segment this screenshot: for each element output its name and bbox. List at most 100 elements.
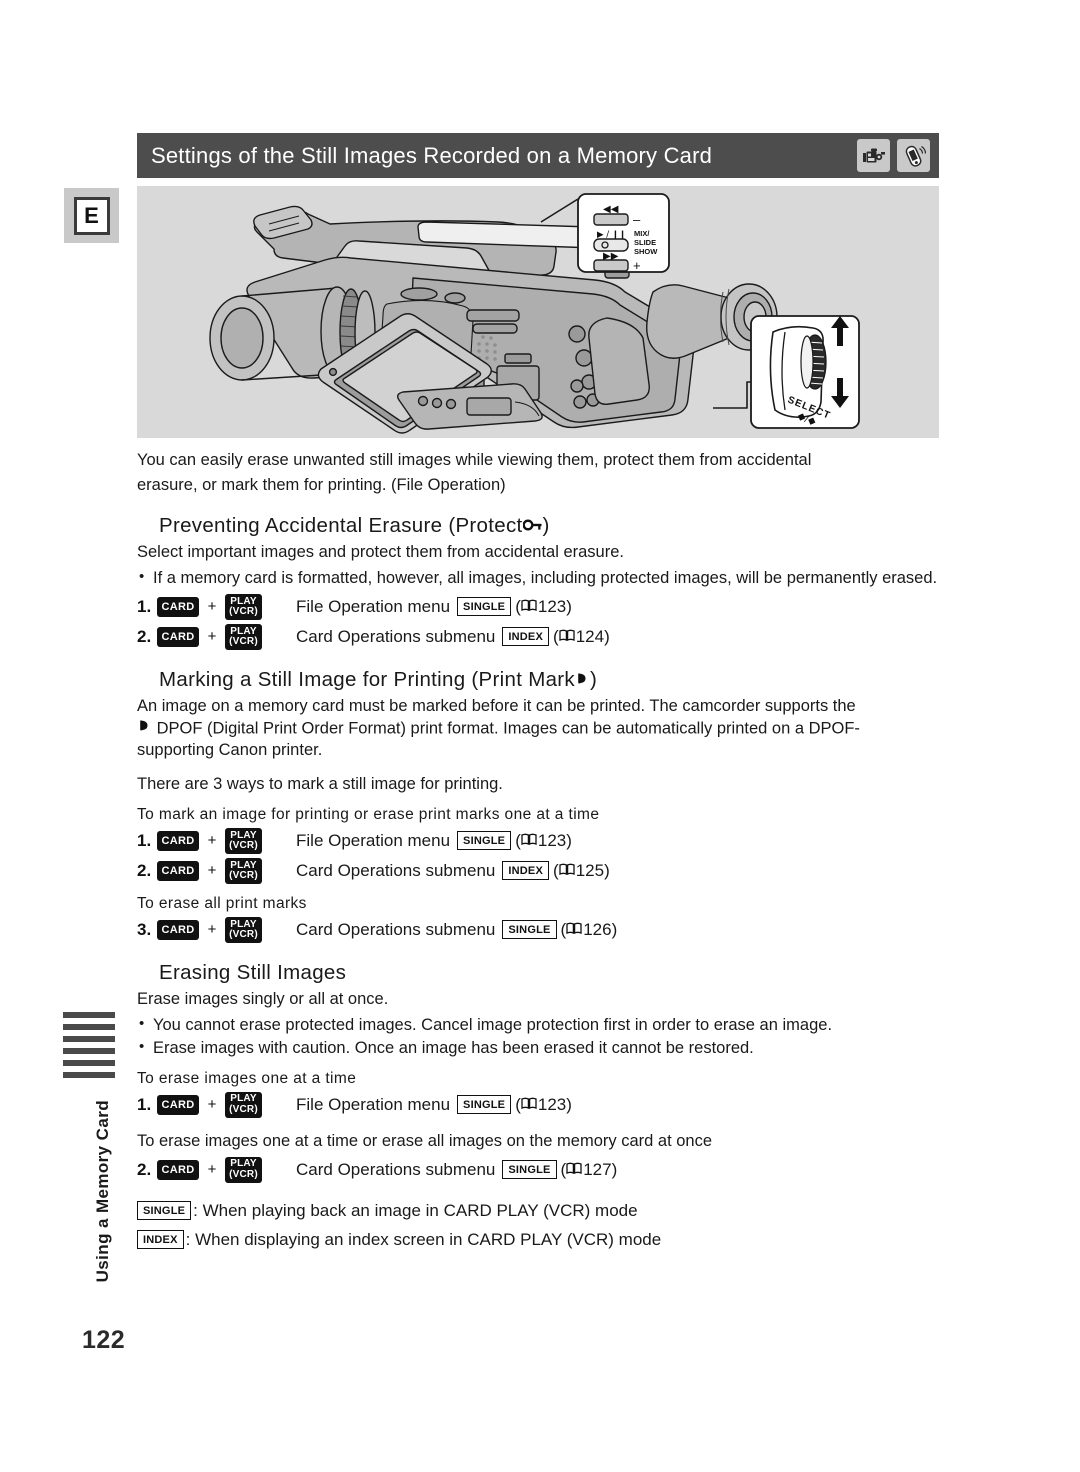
step-row: 2. CARD + PLAY (VCR) Card Operations sub…	[137, 857, 947, 885]
chapter-tab-bar	[63, 1072, 115, 1078]
protect-intro: Select important images and protect them…	[137, 542, 624, 561]
step-row: 1. CARD + PLAY (VCR) File Operation menu…	[137, 827, 947, 855]
book-icon	[566, 920, 582, 940]
chapter-title-vertical: Using a Memory Card	[93, 1100, 112, 1283]
section-heading-protect-tail: )	[542, 513, 550, 537]
play-vcr-badge: PLAY (VCR)	[225, 916, 262, 943]
play-vcr-badge: PLAY (VCR)	[225, 857, 262, 884]
legend-text: : When playing back an image in CARD PLA…	[193, 1200, 638, 1220]
ref-page: 123	[537, 1094, 567, 1114]
ref-close-paren: )	[604, 626, 610, 646]
print-mark-para-line-2-text: DPOF (Digital Print Order Format) print …	[156, 719, 860, 738]
mode-badge: SINGLE	[457, 597, 512, 617]
print-mark-subhead-2: To erase all print marks	[137, 894, 307, 912]
language-tab: E	[64, 188, 119, 243]
mode-badge: SINGLE	[137, 1201, 192, 1221]
page-title: Settings of the Still Images Recorded on…	[151, 142, 713, 168]
play-vcr-line2: (VCR)	[229, 869, 258, 881]
book-icon	[521, 597, 537, 617]
play-vcr-line2: (VCR)	[229, 1103, 258, 1115]
step-number: 1.	[137, 1094, 152, 1114]
mode-badge: SINGLE	[457, 831, 512, 851]
play-vcr-badge: PLAY (VCR)	[225, 827, 262, 854]
book-icon	[559, 861, 575, 881]
chapter-tab-bar	[63, 1060, 115, 1066]
step-number: 1.	[137, 830, 152, 850]
mode-badge: SINGLE	[457, 1095, 512, 1115]
page-reference: ( 123 )	[515, 597, 572, 617]
svg-text:SLIDE: SLIDE	[634, 238, 656, 247]
page-header: Settings of the Still Images Recorded on…	[137, 133, 939, 178]
key-icon	[521, 514, 543, 538]
page-reference: ( 125 )	[553, 861, 610, 881]
plus-symbol: +	[207, 628, 217, 646]
erasing-steps-1: 1. CARD + PLAY (VCR) File Operation menu…	[137, 1091, 947, 1119]
play-vcr-line2: (VCR)	[229, 635, 258, 647]
step-text: Card Operations submenu INDEX ( 124 )	[296, 627, 610, 647]
intro-line-1: You can easily erase unwanted still imag…	[137, 451, 812, 469]
book-icon	[566, 1160, 582, 1180]
list-item: If a memory card is formatted, however, …	[137, 567, 947, 590]
page-reference: ( 127 )	[561, 1160, 618, 1180]
plus-symbol: +	[207, 862, 217, 880]
protect-bullet-list: If a memory card is formatted, however, …	[137, 567, 947, 590]
book-icon	[559, 627, 575, 647]
mode-badge: INDEX	[137, 1230, 184, 1250]
mode-badge: INDEX	[502, 627, 550, 647]
section-heading-print-mark-text: Marking a Still Image for Printing (Prin…	[159, 667, 575, 691]
ref-page: 124	[575, 626, 605, 646]
ref-close-paren: )	[566, 596, 572, 616]
ref-close-paren: )	[604, 860, 610, 880]
mode-badge: SINGLE	[502, 1160, 557, 1180]
play-vcr-badge: PLAY (VCR)	[225, 1091, 262, 1118]
step-row: 1. CARD + PLAY (VCR) File Operation menu…	[137, 1091, 947, 1119]
section-heading-protect-text: Preventing Accidental Erasure (Protect	[159, 513, 523, 537]
step-label: File Operation menu	[296, 596, 451, 616]
plus-symbol: +	[207, 598, 217, 616]
card-badge: CARD	[157, 596, 199, 617]
list-item: You cannot erase protected images. Cance…	[137, 1014, 947, 1037]
card-badge: CARD	[157, 1159, 199, 1180]
print-mark-para-line-2: DPOF (Digital Print Order Format) print …	[137, 718, 947, 740]
ref-page: 126	[583, 919, 612, 939]
chapter-tab-bar	[63, 1012, 115, 1018]
legend-row: INDEX : When displaying an index screen …	[137, 1227, 947, 1253]
print-mark-steps-2: 3. CARD + PLAY (VCR) Card Operations sub…	[137, 916, 947, 944]
erasing-steps-2: 2. CARD + PLAY (VCR) Card Operations sub…	[137, 1156, 947, 1184]
ref-page: 125	[575, 860, 605, 880]
header-icon-group	[857, 139, 939, 172]
remote-control-icon	[897, 139, 930, 172]
legend-text: : When displaying an index screen in CAR…	[185, 1229, 662, 1249]
step-text: File Operation menu SINGLE ( 123 )	[296, 1095, 572, 1115]
card-badge: CARD	[157, 860, 199, 881]
step-label: Card Operations submenu	[296, 860, 496, 880]
ref-close-paren: )	[611, 1159, 618, 1179]
print-mark-icon	[137, 718, 152, 740]
section-heading-erasing: Erasing Still Images	[159, 961, 947, 985]
play-vcr-badge: PLAY (VCR)	[225, 623, 262, 650]
print-mark-steps-1: 1. CARD + PLAY (VCR) File Operation menu…	[137, 827, 947, 885]
step-number: 2.	[137, 626, 152, 646]
language-tab-label: E	[73, 196, 110, 235]
plus-symbol: +	[207, 921, 217, 939]
book-icon	[521, 1095, 537, 1115]
step-number: 2.	[137, 860, 152, 880]
erasing-subhead-2: To erase images one at a time or erase a…	[137, 1131, 713, 1150]
card-badge: CARD	[157, 919, 199, 940]
step-label: Card Operations submenu	[296, 626, 496, 646]
section-heading-protect: Preventing Accidental Erasure (Protect )	[159, 514, 947, 538]
page-reference: ( 126 )	[561, 920, 618, 940]
play-vcr-line2: (VCR)	[229, 928, 258, 940]
erasing-bullet-list: You cannot erase protected images. Cance…	[137, 1014, 947, 1060]
step-number: 2.	[137, 1159, 152, 1179]
section-heading-erasing-text: Erasing Still Images	[159, 960, 347, 984]
step-row: 2. CARD + PLAY (VCR) Card Operations sub…	[137, 623, 947, 651]
ref-page: 123	[537, 596, 567, 616]
step-label: File Operation menu	[296, 1094, 451, 1114]
ref-close-paren: )	[611, 919, 618, 939]
card-badge: CARD	[157, 626, 199, 647]
step-label: File Operation menu	[296, 830, 451, 850]
step-number: 3.	[137, 919, 152, 939]
mode-badge: INDEX	[502, 861, 550, 881]
print-mark-subhead-1: To mark an image for printing or erase p…	[137, 805, 600, 823]
